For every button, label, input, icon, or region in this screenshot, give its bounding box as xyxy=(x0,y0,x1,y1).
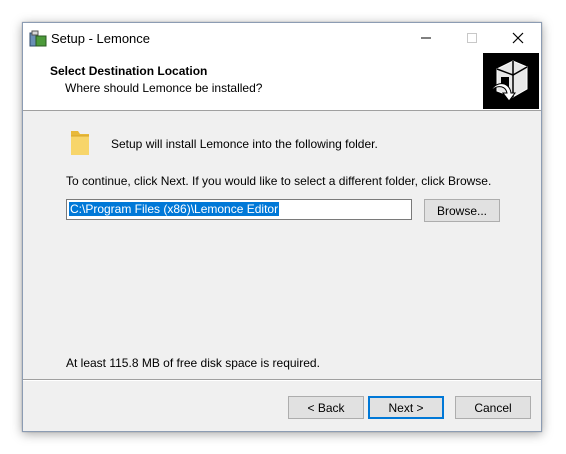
window-title: Setup - Lemonce xyxy=(51,31,151,46)
title-bar[interactable]: Setup - Lemonce xyxy=(23,23,541,53)
maximize-button[interactable] xyxy=(449,23,495,53)
close-button[interactable] xyxy=(495,23,541,53)
destination-path-value: C:\Program Files (x86)\Lemonce Editor xyxy=(69,202,280,216)
next-button[interactable]: Next > xyxy=(368,396,444,419)
page-title: Select Destination Location xyxy=(50,64,208,78)
folder-icon xyxy=(69,127,91,157)
continue-instructions: To continue, click Next. If you would li… xyxy=(66,174,492,188)
installer-logo xyxy=(483,53,539,109)
setup-window: Setup - Lemonce Select Destination Locat… xyxy=(22,22,542,432)
cancel-button[interactable]: Cancel xyxy=(455,396,531,419)
page-subtitle: Where should Lemonce be installed? xyxy=(65,81,263,95)
disk-space-note: At least 115.8 MB of free disk space is … xyxy=(66,356,320,370)
setup-app-icon xyxy=(29,30,47,48)
maximize-icon xyxy=(467,33,477,43)
back-button[interactable]: < Back xyxy=(288,396,364,419)
browse-button[interactable]: Browse... xyxy=(424,199,500,222)
close-icon xyxy=(512,32,524,44)
minimize-button[interactable] xyxy=(403,23,449,53)
minimize-icon xyxy=(421,37,431,39)
destination-path-input[interactable]: C:\Program Files (x86)\Lemonce Editor xyxy=(66,199,412,220)
footer-divider-highlight xyxy=(23,380,541,381)
wizard-header: Select Destination Location Where should… xyxy=(23,53,541,111)
intro-text: Setup will install Lemonce into the foll… xyxy=(111,137,378,151)
